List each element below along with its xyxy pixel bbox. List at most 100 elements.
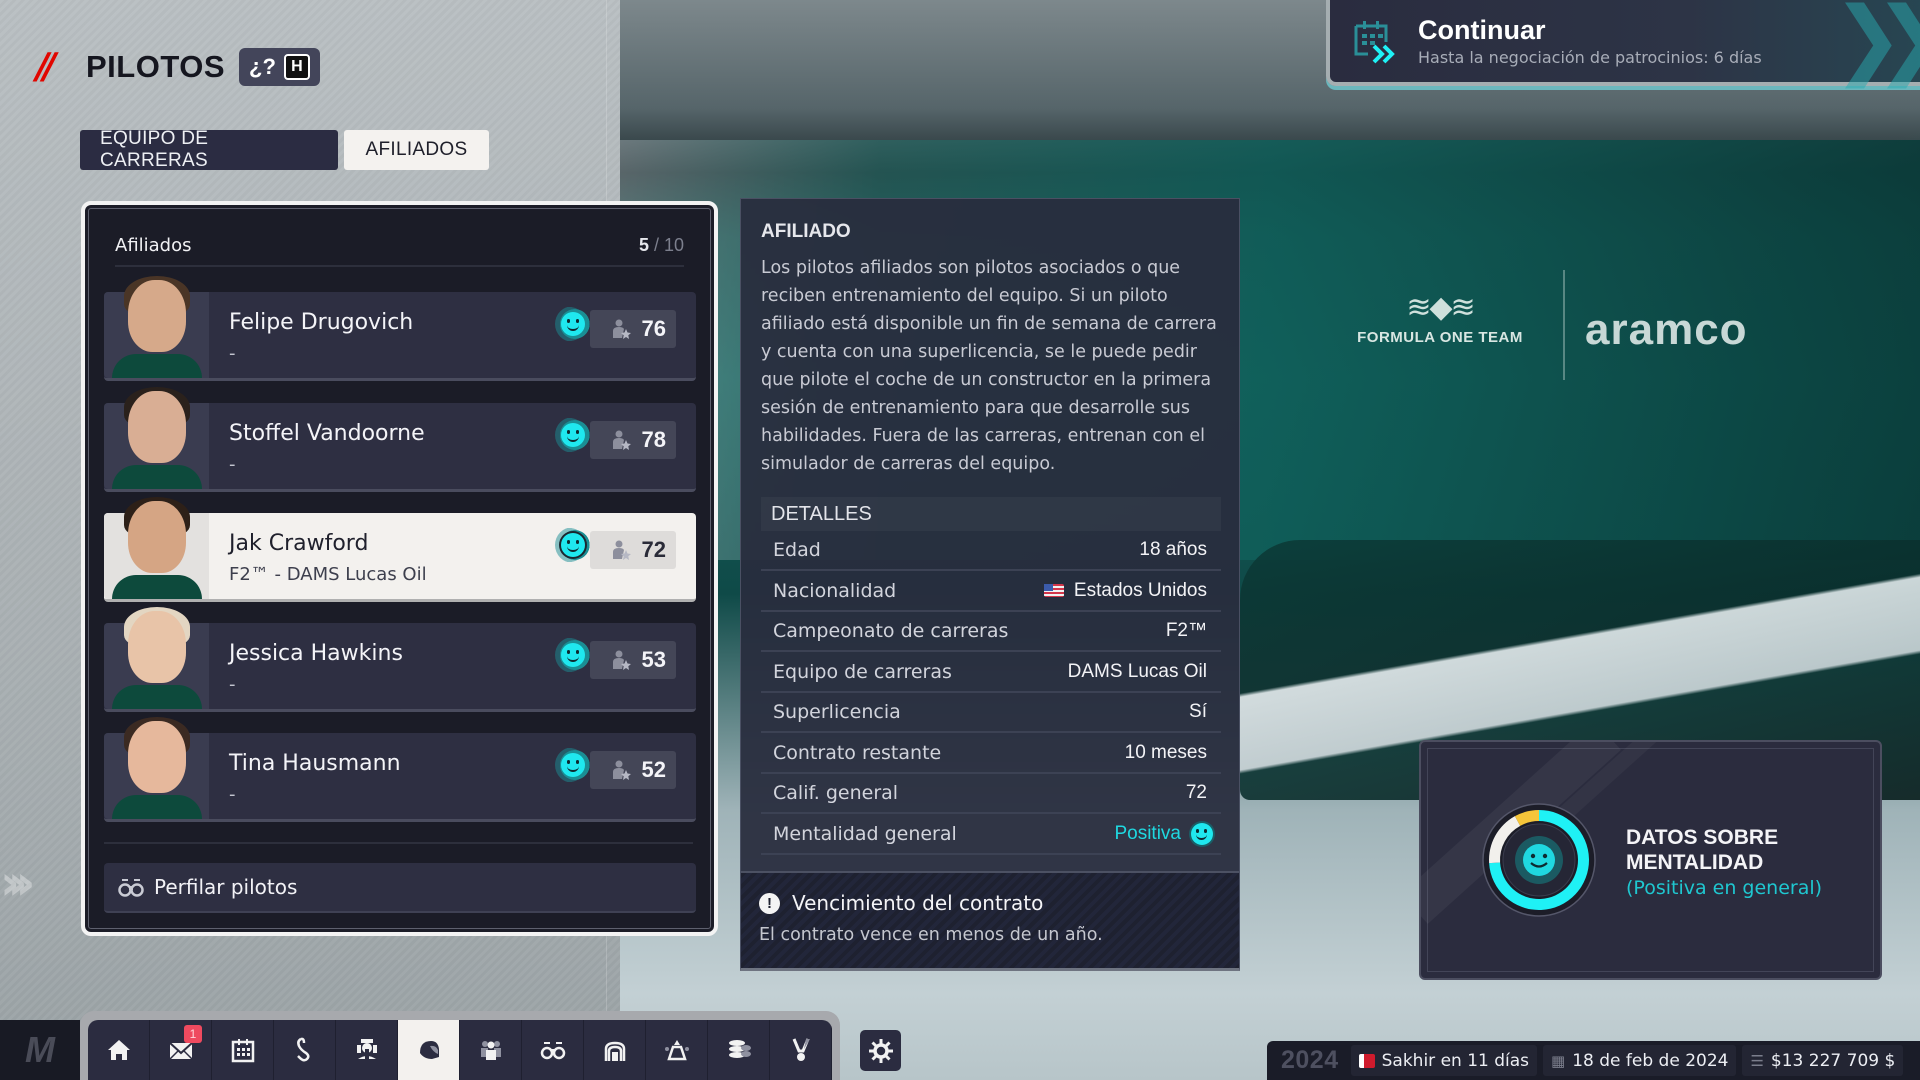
- detail-value-text: F2™: [1165, 620, 1207, 641]
- portrait-face: [128, 611, 186, 683]
- continue-button[interactable]: Continuar Hasta la negociación de patroc…: [1326, 0, 1920, 86]
- count-max: 10: [663, 234, 684, 255]
- driver-row[interactable]: Felipe Drugovich - 76: [104, 276, 696, 381]
- team-morale-icon: [664, 1040, 689, 1061]
- detail-label: Contrato restante: [773, 741, 942, 764]
- smiley-icon: [561, 312, 585, 336]
- smiley-icon: [561, 643, 585, 667]
- nav-item-calendar[interactable]: [212, 1020, 274, 1080]
- smiley-icon: [561, 753, 585, 777]
- driver-row[interactable]: Stoffel Vandoorne - 78: [104, 387, 696, 492]
- warning-title: Vencimiento del contrato: [792, 891, 1044, 915]
- coins-icon: ☰: [1750, 1051, 1764, 1070]
- calendar-icon: [231, 1039, 254, 1063]
- next-race-chip: Sakhir en 11 días: [1350, 1045, 1538, 1076]
- detail-value: Positiva: [1114, 822, 1213, 845]
- detail-value-text: Positiva: [1114, 822, 1181, 844]
- driver-portrait: [104, 276, 209, 378]
- details-heading: DETALLES: [761, 497, 1221, 531]
- driver-rating-icon: [612, 430, 631, 450]
- budget-text: $13 227 709 $: [1770, 1050, 1896, 1071]
- contract-warning: ! Vencimiento del contrato El contrato ve…: [741, 871, 1239, 968]
- detail-value: 18 años: [1139, 539, 1207, 561]
- gear-icon: [868, 1038, 893, 1063]
- nav-item-finances[interactable]: [708, 1020, 770, 1080]
- driver-rating-icon: [612, 319, 631, 339]
- detail-description: Los pilotos afiliados son pilotos asocia…: [761, 258, 1217, 474]
- rating-value: 52: [641, 757, 666, 782]
- nav-item-sponsors[interactable]: [770, 1020, 832, 1080]
- mentality-title: DATOS SOBRE MENTALIDAD: [1626, 825, 1778, 875]
- notification-badge: 1: [184, 1025, 202, 1043]
- home-icon: [107, 1040, 130, 1060]
- detail-value-text: 18 años: [1139, 539, 1207, 560]
- affiliates-panel: Afiliados 5 / 10 Felipe Drugovich - 76 S…: [81, 201, 718, 936]
- detail-row: Campeonato de carreras F2™: [761, 612, 1221, 652]
- nav-item-car-development[interactable]: [336, 1020, 398, 1080]
- portrait-shirt: [112, 465, 202, 489]
- binoculars-icon: [118, 879, 144, 897]
- budget-chip: ☰ $13 227 709 $: [1742, 1045, 1904, 1076]
- smiley-icon: [561, 423, 585, 447]
- portrait-shirt: [112, 795, 202, 819]
- detail-label: Equipo de carreras: [773, 660, 952, 683]
- exclamation-icon: !: [759, 892, 780, 914]
- tab-affiliates[interactable]: AFILIADOS: [344, 130, 489, 170]
- nav-item-mail[interactable]: 1: [150, 1020, 212, 1080]
- keybind-hint: H: [283, 53, 310, 80]
- scout-drivers-label: Perfilar pilotos: [154, 875, 298, 899]
- nav-item-facilities[interactable]: [584, 1020, 646, 1080]
- affiliates-title: Afiliados: [115, 234, 192, 256]
- count-current: 5: [638, 234, 649, 255]
- driver-rating: 52: [590, 751, 676, 789]
- drivers-icon: [419, 1041, 439, 1059]
- staff-icon: [480, 1041, 501, 1060]
- detail-value-text: DAMS Lucas Oil: [1067, 660, 1207, 682]
- mentality-subtitle: (Positiva en general): [1626, 877, 1823, 899]
- driver-rating-icon: [612, 540, 631, 560]
- settings-button[interactable]: [860, 1030, 901, 1071]
- portrait-face: [128, 721, 186, 793]
- detail-value-text: Estados Unidos: [1073, 579, 1207, 601]
- rating-value: 78: [641, 427, 666, 452]
- driver-row[interactable]: Jessica Hawkins - 53: [104, 607, 696, 712]
- driver-rating: 53: [590, 641, 676, 679]
- logo-divider: [1563, 270, 1565, 380]
- help-icon: ¿?: [249, 53, 276, 79]
- driver-portrait: [104, 387, 209, 489]
- mentality-panel[interactable]: DATOS SOBRE MENTALIDAD (Positiva en gener…: [1419, 740, 1882, 980]
- driver-row[interactable]: Tina Hausmann - 52: [104, 717, 696, 822]
- detail-row: Calif. general 72: [761, 774, 1221, 814]
- portrait-face: [128, 501, 186, 573]
- page-title-text: PILOTOS: [86, 48, 226, 84]
- nav-item-scouting[interactable]: [522, 1020, 584, 1080]
- scout-drivers-button[interactable]: Perfilar pilotos: [104, 863, 696, 913]
- chevron-decoration-icon: ❯❯: [1831, 0, 1920, 89]
- car-development-icon: [356, 1039, 377, 1059]
- nav-item-staff[interactable]: [460, 1020, 522, 1080]
- help-button[interactable]: ¿? H: [239, 47, 320, 86]
- detail-label: Campeonato de carreras: [773, 620, 1009, 642]
- page-title: // PILOTOS ¿? H: [36, 46, 320, 87]
- mood-indicator: [555, 306, 591, 342]
- tab-racing-team[interactable]: EQUIPO DE CARRERAS: [80, 128, 338, 171]
- detail-heading: AFILIADO: [761, 221, 851, 242]
- detail-row: Superlicencia Sí: [761, 693, 1221, 733]
- mood-indicator: [555, 527, 591, 563]
- calendar-advance-icon: [1352, 18, 1400, 64]
- driver-row[interactable]: Jak Crawford F2™ - DAMS Lucas Oil 72: [104, 497, 696, 602]
- detail-row: Equipo de carreras DAMS Lucas Oil: [761, 653, 1221, 693]
- smiley-icon: [1191, 822, 1213, 845]
- driver-portrait: [104, 607, 209, 709]
- detail-value: Sí: [1189, 701, 1207, 723]
- mood-indicator: [555, 747, 591, 783]
- date-chip: ▦ 18 de feb de 2024: [1543, 1045, 1737, 1076]
- affiliates-header: Afiliados 5 / 10: [115, 231, 684, 267]
- detail-value-text: 10 meses: [1124, 741, 1207, 763]
- nav-item-home[interactable]: [88, 1020, 150, 1080]
- nav-item-circuit[interactable]: [274, 1020, 336, 1080]
- portrait-shirt: [112, 575, 202, 599]
- nav-item-team-morale[interactable]: [646, 1020, 708, 1080]
- nav-item-drivers[interactable]: [398, 1020, 460, 1080]
- aramco-logo: aramco: [1585, 305, 1748, 354]
